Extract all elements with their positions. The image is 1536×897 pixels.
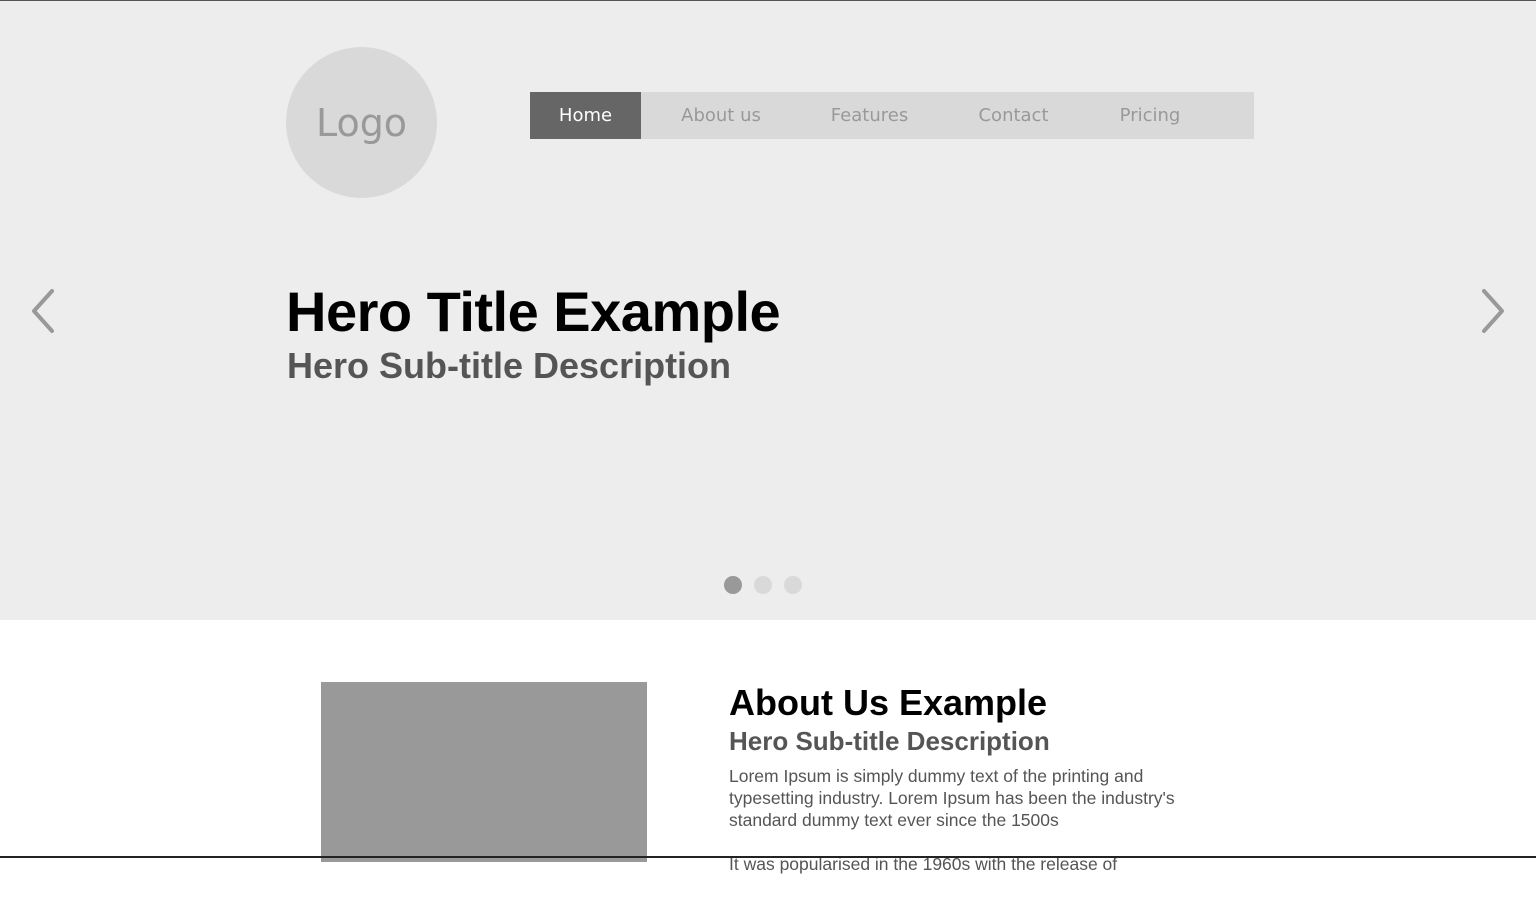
carousel-dot-3[interactable] bbox=[784, 576, 802, 594]
carousel-dot-2[interactable] bbox=[754, 576, 772, 594]
carousel-dot-1[interactable] bbox=[724, 576, 742, 594]
nav-item-label: About us bbox=[681, 105, 761, 126]
about-title: About Us Example bbox=[729, 682, 1048, 723]
nav-item-features[interactable]: Features bbox=[801, 92, 938, 139]
bottom-divider bbox=[0, 856, 1536, 858]
about-paragraph: Lorem Ipsum is simply dummy text of the … bbox=[729, 766, 1175, 830]
main-nav: Home About us Features Contact Pricing bbox=[530, 92, 1254, 139]
nav-item-label: Contact bbox=[978, 105, 1049, 126]
carousel-indicators bbox=[724, 576, 802, 594]
logo-text: Logo bbox=[315, 100, 408, 145]
nav-item-label: Home bbox=[558, 105, 613, 126]
logo[interactable]: Logo bbox=[286, 47, 437, 198]
carousel-prev-button[interactable] bbox=[28, 287, 58, 335]
hero-subtitle: Hero Sub-title Description bbox=[287, 345, 732, 386]
nav-item-contact[interactable]: Contact bbox=[938, 92, 1089, 139]
hero-section: Logo Home About us Features Contact Pric… bbox=[0, 1, 1536, 620]
hero-title: Hero Title Example bbox=[286, 280, 781, 343]
carousel-next-button[interactable] bbox=[1478, 287, 1508, 335]
about-image-placeholder bbox=[321, 682, 647, 862]
nav-item-label: Pricing bbox=[1119, 105, 1181, 126]
nav-item-label: Features bbox=[830, 105, 909, 126]
chevron-right-icon bbox=[1482, 289, 1504, 333]
about-body: Lorem Ipsum is simply dummy text of the … bbox=[729, 765, 1229, 897]
chevron-left-icon bbox=[32, 289, 54, 333]
nav-item-pricing[interactable]: Pricing bbox=[1089, 92, 1211, 139]
about-subtitle: Hero Sub-title Description bbox=[729, 726, 1050, 756]
nav-item-about-us[interactable]: About us bbox=[641, 92, 801, 139]
nav-item-home[interactable]: Home bbox=[530, 92, 641, 139]
